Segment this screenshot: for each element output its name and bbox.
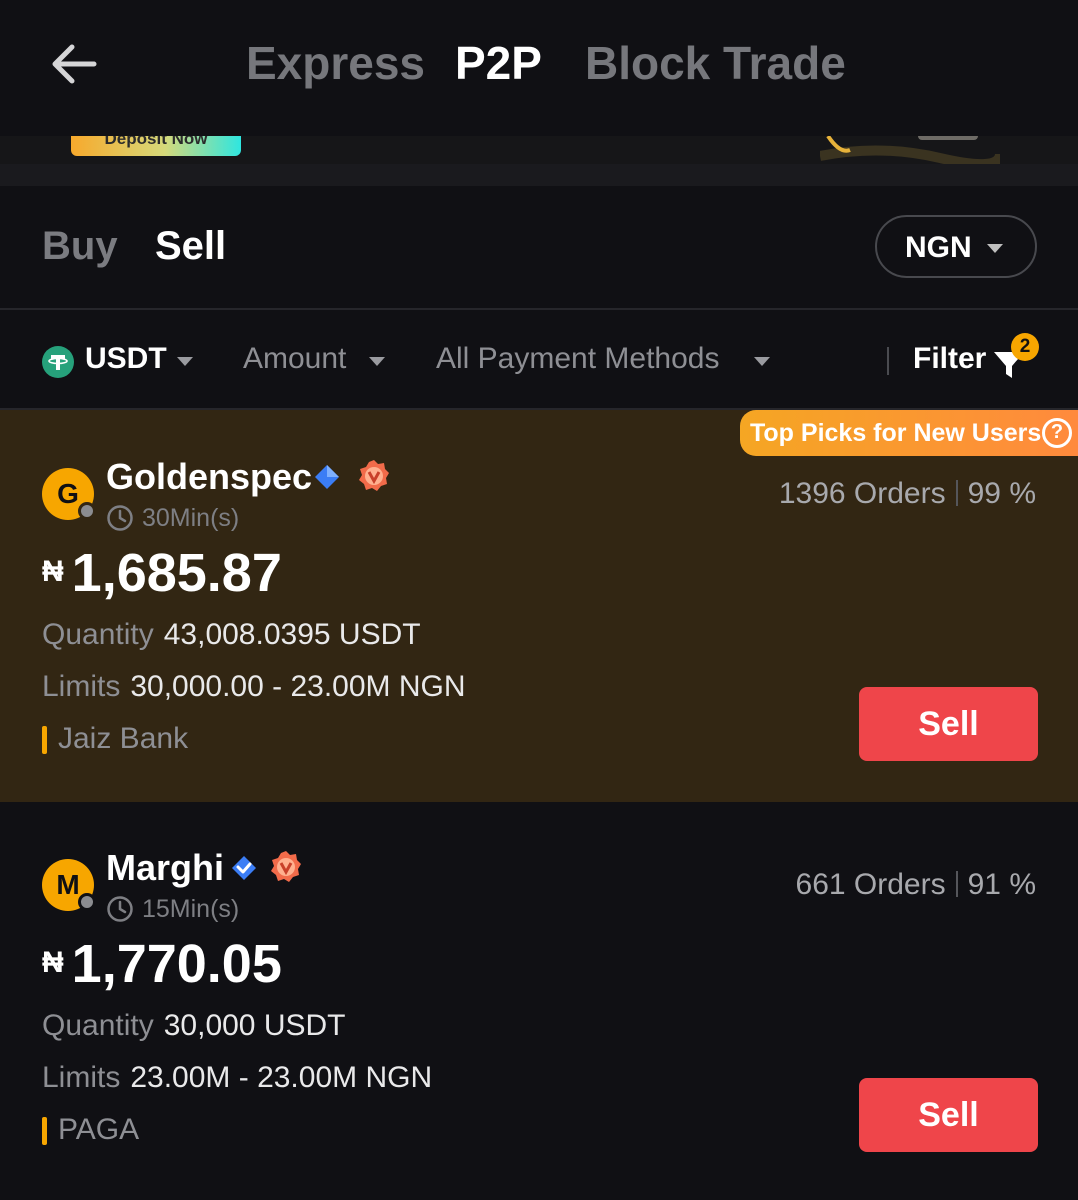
quantity-row: Quantity 43,008.0395 USDT xyxy=(42,618,421,652)
merchant-medal-icon xyxy=(271,851,301,882)
merchant-medal-icon xyxy=(359,460,389,491)
filter-count-badge: 2 xyxy=(1011,333,1039,361)
divider xyxy=(887,347,889,375)
fiat-currency-selector[interactable]: NGN xyxy=(875,215,1037,278)
top-picks-badge[interactable]: Top Picks for New Users ? xyxy=(740,410,1078,456)
tab-buy[interactable]: Buy xyxy=(42,224,118,269)
sell-button[interactable]: Sell xyxy=(859,1078,1038,1152)
usdt-coin-icon xyxy=(42,346,74,378)
status-dot xyxy=(78,893,96,911)
divider xyxy=(955,480,958,506)
limits-row: Limits 23.00M - 23.00M NGN xyxy=(42,1061,432,1095)
merchant-name[interactable]: Marghi xyxy=(106,847,224,889)
limits-label: Limits xyxy=(42,670,121,703)
section-separator xyxy=(0,164,1078,186)
chevron-down-icon xyxy=(987,244,1003,253)
payment-method: PAGA xyxy=(42,1113,139,1147)
help-icon[interactable]: ? xyxy=(1042,418,1072,448)
orders-count: 661 Orders xyxy=(795,868,946,901)
tab-express[interactable]: Express xyxy=(246,36,425,90)
limits-label: Limits xyxy=(42,1061,121,1094)
completion-rate: 91 % xyxy=(967,868,1036,901)
clock-icon xyxy=(107,896,133,922)
payment-method: Jaiz Bank xyxy=(42,722,188,756)
verified-check-icon xyxy=(232,856,256,880)
limits-value: 30,000.00 - 23.00M NGN xyxy=(130,670,466,703)
offer-card[interactable]: M Marghi 15Min(s) 661 Orders 91 % ₦ 1,770.… xyxy=(0,802,1078,1200)
payment-methods-filter[interactable]: All Payment Methods xyxy=(436,342,719,376)
tab-p2p[interactable]: P2P xyxy=(455,36,542,90)
filter-bar: USDT Amount All Payment Methods Filter 2 xyxy=(0,312,1078,410)
fiat-currency-value: NGN xyxy=(905,231,972,264)
currency-symbol: ₦ xyxy=(42,946,64,979)
offer-card[interactable]: Top Picks for New Users ? G Goldenspec 3… xyxy=(0,410,1078,802)
merchant-stats: 1396 Orders 99 % xyxy=(779,477,1036,511)
quantity-row: Quantity 30,000 USDT xyxy=(42,1009,346,1043)
limits-row: Limits 30,000.00 - 23.00M NGN xyxy=(42,670,466,704)
tab-sell[interactable]: Sell xyxy=(155,224,226,269)
chevron-down-icon xyxy=(754,357,770,366)
top-bar: Express P2P Block Trade xyxy=(0,0,1078,136)
avg-release-time: 30Min(s) xyxy=(142,504,240,532)
chevron-down-icon xyxy=(177,357,193,366)
deposit-now-button[interactable]: Deposit Now xyxy=(71,136,241,156)
amount-filter[interactable]: Amount xyxy=(243,342,346,376)
quantity-value: 43,008.0395 USDT xyxy=(163,618,421,651)
merchant-name[interactable]: Goldenspec xyxy=(106,456,312,498)
price-value: 1,770.05 xyxy=(71,934,282,994)
merchant-stats: 661 Orders 91 % xyxy=(796,868,1036,902)
avg-release-time: 15Min(s) xyxy=(142,895,240,923)
divider xyxy=(955,871,958,897)
clock-icon xyxy=(107,505,133,531)
orders-count: 1396 Orders xyxy=(778,477,946,510)
promo-banner[interactable]: Deposit Now xyxy=(0,136,1078,164)
offer-price: ₦ 1,685.87 xyxy=(42,542,282,604)
chevron-down-icon xyxy=(369,357,385,366)
status-dot xyxy=(78,502,96,520)
top-picks-label: Top Picks for New Users xyxy=(750,419,1042,447)
quantity-label: Quantity xyxy=(42,618,154,651)
quantity-label: Quantity xyxy=(42,1009,154,1042)
verified-diamond-icon xyxy=(315,465,339,489)
currency-symbol: ₦ xyxy=(42,555,64,588)
trade-side-row: Buy Sell NGN xyxy=(0,186,1078,310)
quantity-value: 30,000 USDT xyxy=(163,1009,346,1042)
offer-price: ₦ 1,770.05 xyxy=(42,933,282,995)
sell-button[interactable]: Sell xyxy=(859,687,1038,761)
tab-block-trade[interactable]: Block Trade xyxy=(585,36,846,90)
limits-value: 23.00M - 23.00M NGN xyxy=(130,1061,433,1094)
coin-selector[interactable]: USDT xyxy=(85,342,167,376)
back-arrow-icon[interactable] xyxy=(48,38,100,90)
banner-illustration xyxy=(820,136,1000,164)
filter-button[interactable]: Filter xyxy=(913,342,986,376)
price-value: 1,685.87 xyxy=(71,543,282,603)
completion-rate: 99 % xyxy=(967,477,1036,510)
